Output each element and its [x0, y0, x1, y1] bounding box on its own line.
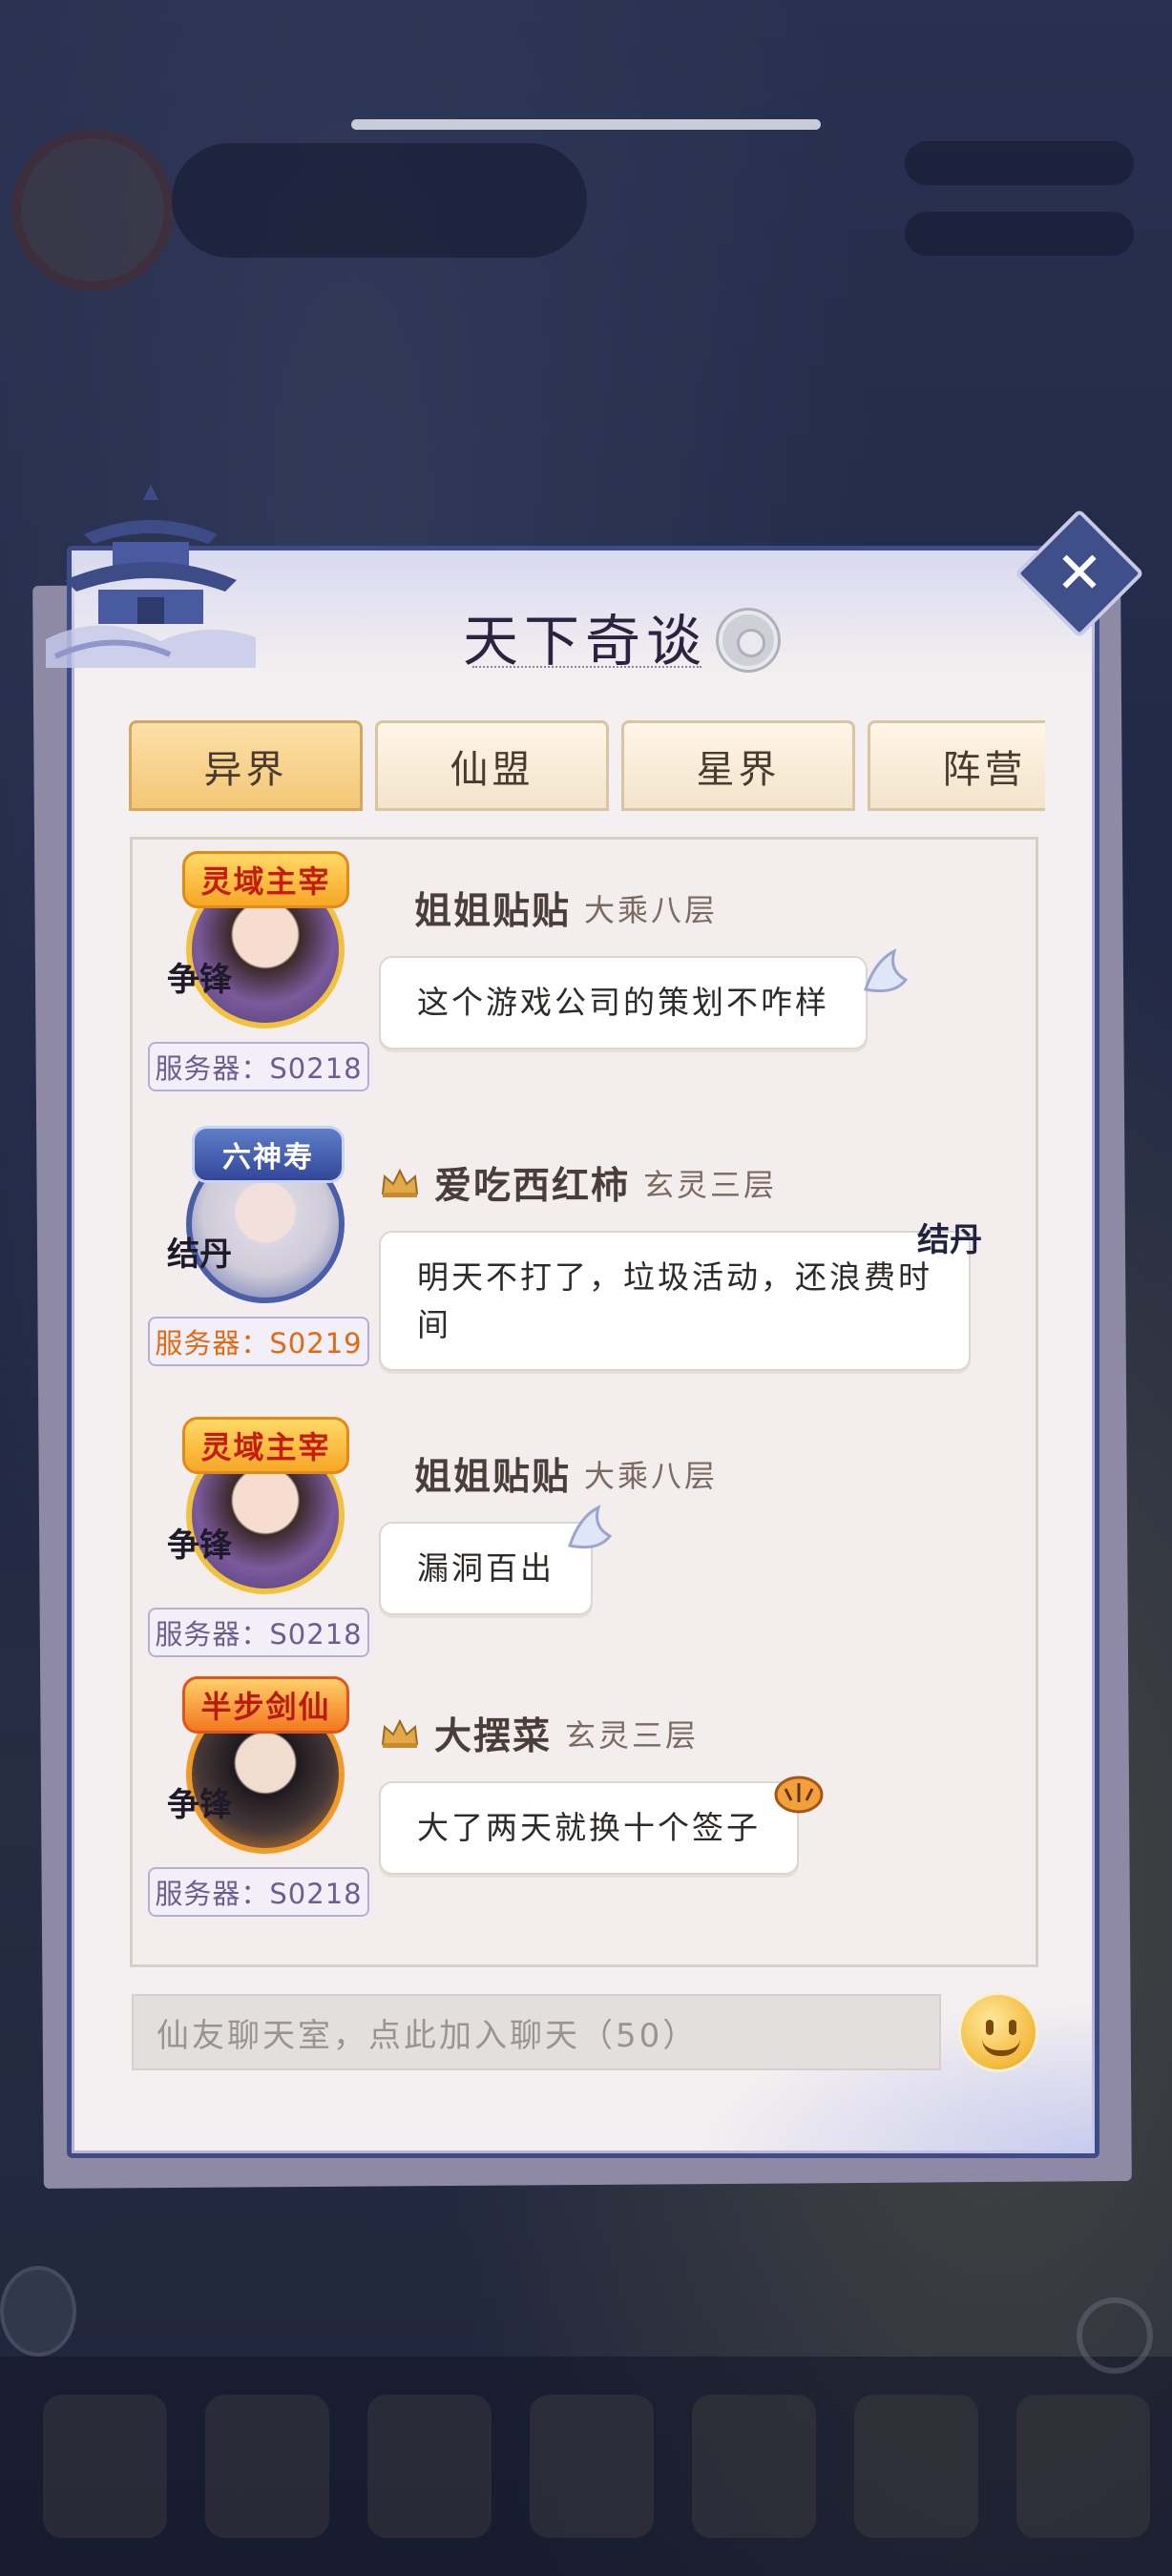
crown-icon	[379, 1167, 421, 1199]
title-underline	[472, 666, 701, 672]
tab-xianmeng[interactable]: 仙盟	[375, 720, 609, 811]
pagoda-icon	[46, 485, 256, 668]
server-label: 服务器：S0218	[148, 1608, 369, 1657]
realm-calligraphy: 争锋	[167, 961, 232, 999]
emoji-eye	[986, 2020, 994, 2035]
sender-name[interactable]: 姐姐贴贴	[414, 882, 571, 935]
sender-name[interactable]: 姐姐贴贴	[414, 1447, 571, 1501]
close-icon: ✕	[1055, 540, 1104, 607]
sender-rank: 玄灵三层	[643, 1167, 778, 1203]
server-label: 服务器：S0218	[148, 1042, 369, 1091]
user-avatar-group[interactable]: 灵域主宰 争锋 服务器：S0218	[148, 851, 369, 1091]
panel-title: 天下奇谈	[462, 609, 707, 674]
fox-icon	[864, 948, 909, 993]
realm-calligraphy: 结丹	[167, 1236, 232, 1274]
title-badge: 六神寿	[192, 1126, 345, 1183]
tab-zhenying[interactable]: 阵营	[868, 720, 1045, 811]
sender-rank: 大乘八层	[584, 892, 719, 928]
message-bubble: 这个游戏公司的策划不咋样	[379, 956, 868, 1049]
realm-calligraphy: 争锋	[167, 1527, 232, 1565]
server-label: 服务器：S0218	[148, 1867, 369, 1917]
user-avatar-group[interactable]: 半步剑仙 争锋 服务器：S0218	[148, 1676, 369, 1917]
message-bubble: 明天不打了，垃圾活动，还浪费时间	[379, 1231, 971, 1371]
tab-xingjie[interactable]: 星界	[621, 720, 855, 811]
emoji-button[interactable]	[958, 1992, 1038, 2072]
message-list[interactable]: 灵域主宰 争锋 服务器：S0218 姐姐贴贴 大乘八层 这个游戏公司的策划不咋样…	[130, 837, 1038, 1967]
emoji-mouth	[982, 2039, 1020, 2056]
crown-icon	[379, 1717, 421, 1750]
channel-tabs: 异界 仙盟 星界 阵营	[129, 720, 1045, 811]
realm-calligraphy: 争锋	[167, 1786, 232, 1824]
gear-icon[interactable]	[719, 611, 778, 670]
title-badge: 半步剑仙	[182, 1676, 349, 1734]
sender-line: 姐姐贴贴 大乘八层	[414, 880, 718, 937]
sender-line: 爱吃西红柿 玄灵三层	[379, 1154, 777, 1212]
title-badge: 灵域主宰	[182, 1417, 349, 1474]
emoji-eye	[1009, 2020, 1016, 2035]
bubble-calligraphy: 结丹	[917, 1221, 982, 1259]
sender-line: 大摆菜 玄灵三层	[379, 1705, 699, 1762]
fox-icon	[568, 1505, 613, 1549]
sender-name[interactable]: 爱吃西红柿	[434, 1156, 630, 1210]
chat-input[interactable]: 仙友聊天室，点此加入聊天（50）	[132, 1994, 941, 2070]
tiger-icon	[774, 1776, 824, 1814]
title-badge: 灵域主宰	[182, 851, 349, 908]
user-avatar-group[interactable]: 灵域主宰 争锋 服务器：S0218	[148, 1417, 369, 1657]
server-label: 服务器：S0219	[148, 1317, 369, 1366]
user-avatar-group[interactable]: 六神寿 结丹 服务器：S0219	[148, 1126, 369, 1366]
sender-rank: 大乘八层	[584, 1458, 719, 1494]
sender-line: 姐姐贴贴 大乘八层	[414, 1445, 718, 1503]
home-indicator[interactable]	[351, 119, 821, 130]
message-bubble: 大了两天就换十个签子	[379, 1781, 799, 1875]
tab-yijie[interactable]: 异界	[129, 720, 363, 811]
sender-rank: 玄灵三层	[565, 1717, 700, 1754]
sender-name[interactable]: 大摆菜	[434, 1707, 552, 1760]
